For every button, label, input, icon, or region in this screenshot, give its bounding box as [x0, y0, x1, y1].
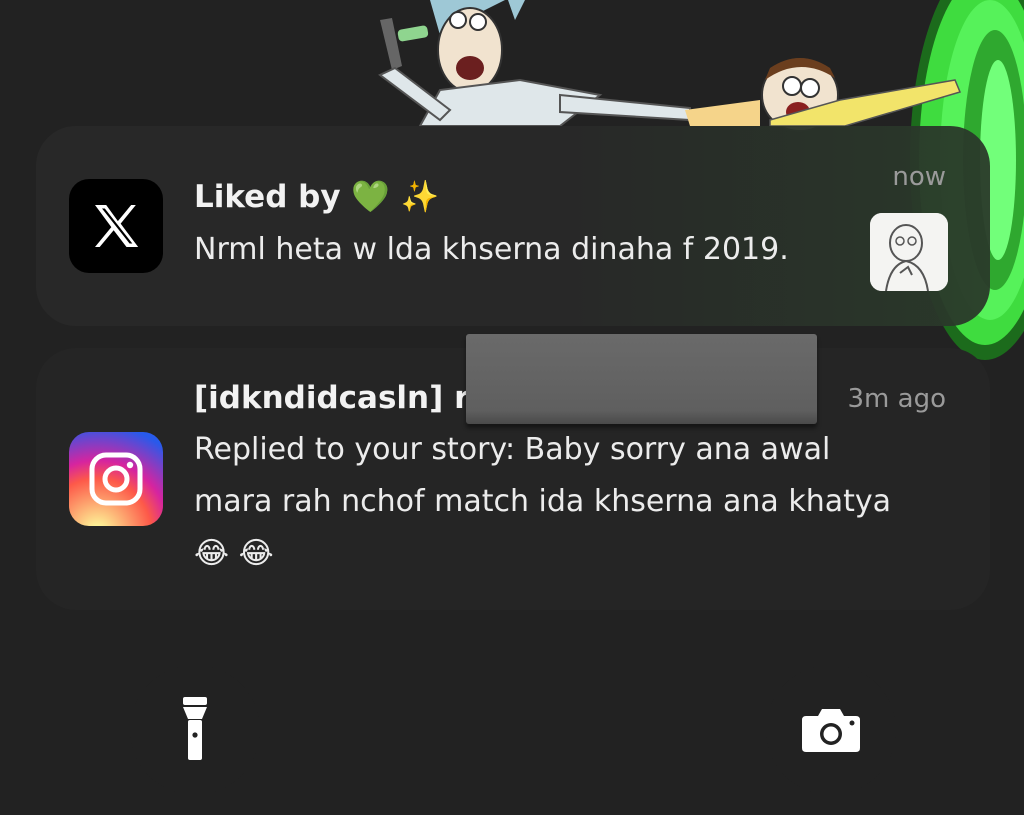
notification-body: Replied to your story: Baby sorry ana aw… — [194, 432, 892, 571]
x-logo-icon — [69, 179, 163, 273]
flashlight-button[interactable] — [130, 665, 260, 795]
camera-button[interactable] — [766, 665, 896, 795]
notification-title: [idkndidcasln] r — [194, 380, 470, 416]
rick-character-image — [378, 0, 691, 127]
notification-time: now — [892, 162, 946, 192]
notification-time: 3m ago — [847, 384, 946, 414]
instagram-logo-icon — [69, 432, 163, 526]
x-notification[interactable]: Liked by 💚 ✨ Nrml heta w lda khserna din… — [36, 126, 990, 326]
flashlight-icon — [183, 697, 207, 760]
notification-body: Nrml heta w lda khserna dinaha f 2019. — [194, 232, 789, 267]
camera-icon — [802, 709, 860, 752]
meme-thumbnail — [870, 213, 948, 291]
redaction-box — [466, 334, 817, 424]
notification-title: Liked by 💚 ✨ — [194, 179, 440, 215]
